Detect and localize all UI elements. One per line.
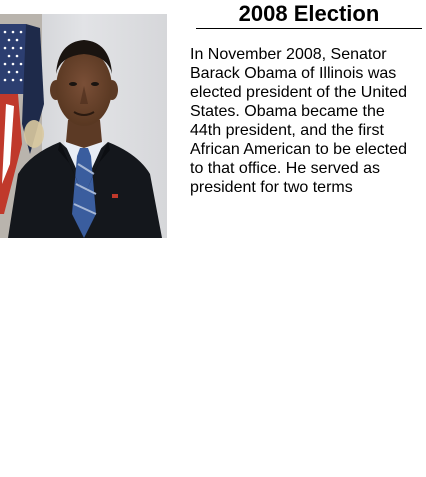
title-underline (196, 28, 422, 29)
article-title: 2008 Election (238, 1, 380, 26)
portrait-photo (0, 14, 167, 238)
article-body: In November 2008, Senator Barack Obama o… (190, 46, 408, 196)
